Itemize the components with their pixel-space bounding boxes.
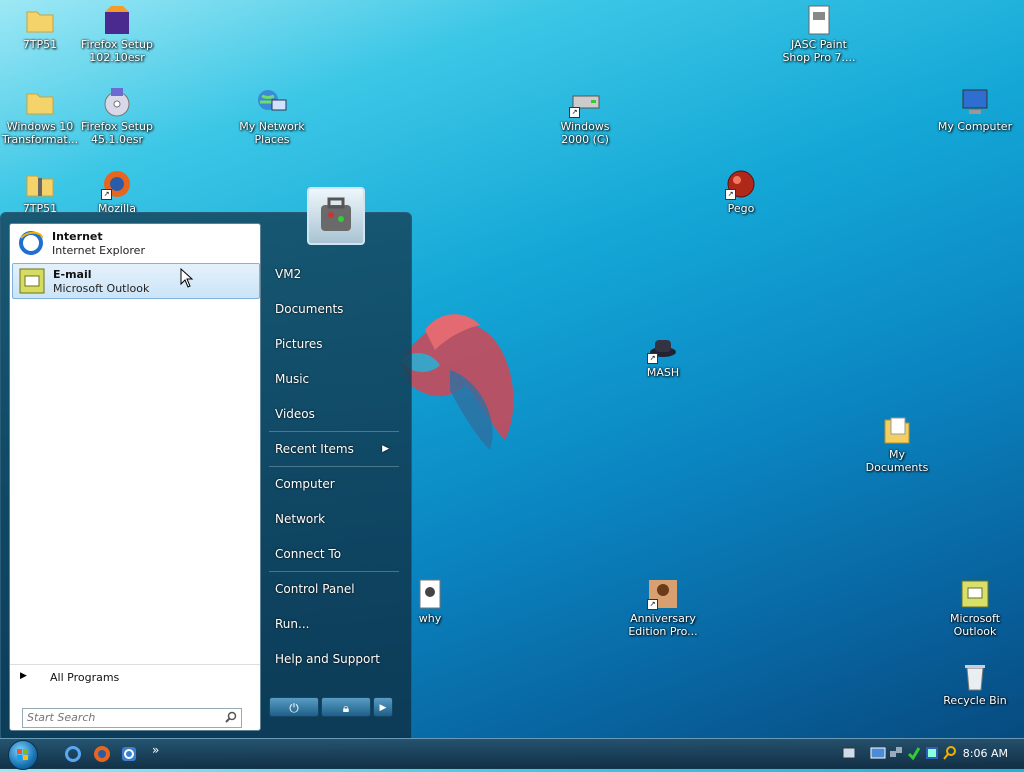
power-button[interactable]: ⏻ [269,697,319,717]
shortcut-arrow-icon: ↗ [101,189,112,200]
shortcut-arrow-icon: ↗ [647,599,658,610]
menu-item-pictures[interactable]: Pictures [265,329,403,359]
outlook-icon [19,268,45,294]
menu-separator [269,431,399,432]
menu-item-run[interactable]: Run... [265,609,403,639]
desktop-icon-pego[interactable]: ↗ Pego [701,168,781,215]
desktop-icon-my-network-places[interactable]: My Network Places [232,86,312,146]
menu-separator [269,571,399,572]
shortcut-arrow-icon: ↗ [569,107,580,118]
quicklaunch-firefox-icon[interactable] [93,745,111,763]
quicklaunch-browser-icon[interactable] [120,745,138,763]
power-icon: ⏻ [289,701,299,715]
pinned-internet-explorer[interactable]: Internet Internet Explorer [12,226,258,260]
lock-button[interactable]: 🔒︎ [321,697,371,717]
start-search-box[interactable] [22,708,242,728]
outlook-icon [959,578,991,610]
menu-item-computer[interactable]: Computer [265,469,403,499]
internet-explorer-icon [18,230,44,256]
installer-box-icon [101,4,133,36]
recycle-bin-icon [959,660,991,692]
menu-item-music[interactable]: Music [265,364,403,394]
desktop-icon-mash[interactable]: ↗ MASH [623,332,703,379]
desktop-icon-firefox-setup-45[interactable]: Firefox Setup 45.1.0esr [77,86,157,146]
taskbar-clock[interactable]: 8:06 AM [963,747,1008,760]
folder-icon [24,4,56,36]
menu-separator [269,466,399,467]
desktop-icon-7tp51-zip[interactable]: 7TP51 [0,168,80,215]
search-icon[interactable] [225,711,237,723]
folder-icon [24,86,56,118]
shortcut-arrow-icon: ↗ [647,353,658,364]
text-document-icon [414,578,446,610]
search-tray-icon[interactable] [942,745,960,763]
pinned-microsoft-outlook[interactable]: E-mail Microsoft Outlook [12,263,260,299]
arrow-right-icon: ▶ [379,703,387,713]
menu-item-videos[interactable]: Videos [265,399,403,429]
monitor-tray-icon[interactable] [870,745,888,763]
shortcut-arrow-icon: ↗ [725,189,736,200]
menu-item-recent-items[interactable]: Recent Items ▶ [265,434,403,464]
desktop-icon-7tp51-folder[interactable]: 7TP51 [0,4,80,51]
document-icon [803,4,835,36]
quicklaunch-internet-explorer-icon[interactable] [64,745,82,763]
network-tray-icon[interactable] [888,745,906,763]
pego-red-ball-icon: ↗ [725,168,757,200]
start-menu: Internet Internet Explorer E-mail Micros… [0,187,412,740]
installer-cd-icon [101,86,133,118]
desktop-icon-mozilla[interactable]: ↗ Mozilla [77,168,157,215]
power-buttons: ⏻ 🔒︎ ▶ [269,697,393,717]
mash-hat-icon: ↗ [647,332,679,364]
computer-monitor-icon [959,86,991,118]
menu-item-vm2[interactable]: VM2 [265,259,403,289]
desktop-icon-windows-2000-drive[interactable]: ↗ Windows 2000 (C) [545,86,625,146]
start-button[interactable] [8,740,38,770]
keyboard-icon[interactable] [842,745,860,763]
power-options-button[interactable]: ▶ [373,697,393,717]
menu-item-connect-to[interactable]: Connect To [265,539,403,569]
hard-drive-icon: ↗ [569,86,601,118]
safely-remove-tray-icon[interactable] [906,745,924,763]
triangle-right-icon: ▶ [20,671,27,681]
display-tray-icon[interactable] [924,745,942,763]
desktop-icon-anniversary-edition[interactable]: ↗ Anniversary Edition Pro... [623,578,703,638]
desktop-icon-recycle-bin[interactable]: Recycle Bin [935,660,1015,707]
photo-portrait-icon: ↗ [647,578,679,610]
all-programs-button[interactable]: ▶ All Programs [10,664,260,687]
user-account-picture[interactable] [307,187,365,245]
menu-item-control-panel[interactable]: Control Panel [265,574,403,604]
desktop-icon-jasc-paint-shop[interactable]: JASC Paint Shop Pro 7.... [779,4,859,64]
quicklaunch-overflow-chevron[interactable]: » [152,743,159,757]
submenu-arrow-icon: ▶ [382,444,389,454]
network-globe-icon [256,86,288,118]
start-menu-programs-pane: Internet Internet Explorer E-mail Micros… [9,223,261,731]
documents-folder-icon [881,414,913,446]
taskbar: » 8:06 AM [0,738,1024,770]
start-search-input[interactable] [23,709,221,725]
desktop-icon-my-documents[interactable]: My Documents [857,414,937,474]
zip-folder-icon [24,168,56,200]
windows-logo-icon [17,749,28,760]
system-tray: 8:06 AM [834,739,1024,769]
desktop-icon-firefox-setup-102[interactable]: Firefox Setup 102.10esr [77,4,157,64]
desktop-icon-microsoft-outlook[interactable]: Microsoft Outlook [935,578,1015,638]
desktop-icon-windows10-folder[interactable]: Windows 10 Transformat... [0,86,80,146]
recent-items-label: Recent Items [275,442,354,456]
menu-item-documents[interactable]: Documents [265,294,403,324]
lock-icon: 🔒︎ [342,701,350,715]
mouse-cursor-icon [180,268,194,288]
menu-item-help-and-support[interactable]: Help and Support [265,644,403,674]
desktop-icon-my-computer[interactable]: My Computer [935,86,1015,133]
firefox-icon: ↗ [101,168,133,200]
menu-item-network[interactable]: Network [265,504,403,534]
